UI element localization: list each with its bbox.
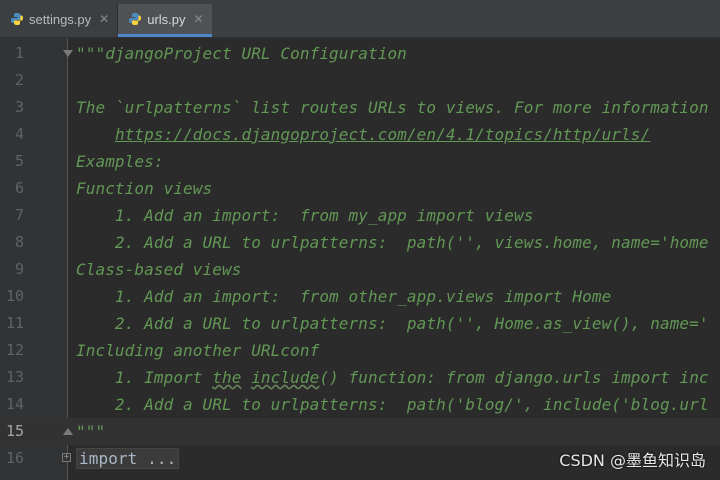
watermark: CSDN @墨鱼知识岛 [559, 451, 706, 470]
code-editor[interactable]: 1 """djangoProject URL Configuration 2 3… [0, 38, 720, 480]
line-number: 11 [5, 314, 24, 332]
spellcheck-word: include [251, 368, 320, 387]
line-number: 12 [5, 341, 24, 359]
line-number: 6 [14, 179, 24, 197]
spellcheck-word: the [212, 368, 242, 387]
fold-marker-icon[interactable] [63, 50, 73, 57]
line-text: 1. Add an import: from my_app import vie… [76, 206, 534, 225]
folded-imports[interactable]: import ... [76, 448, 180, 469]
code-line[interactable]: 12 Including another URLconf [0, 337, 720, 364]
editor-tab-bar: settings.py ✕ urls.py ✕ [0, 0, 720, 38]
tab-label: urls.py [147, 11, 186, 27]
line-text: The `urlpatterns` list routes URLs to vi… [76, 98, 709, 117]
code-line[interactable]: 10 1. Add an import: from other_app.view… [0, 283, 720, 310]
line-number: 9 [14, 260, 24, 278]
line-text: Function views [76, 179, 213, 198]
close-tab-icon[interactable]: ✕ [99, 12, 109, 26]
code-line[interactable]: 5 Examples: [0, 148, 720, 175]
docs-link[interactable]: https://docs.djangoproject.com/en/4.1/to… [115, 125, 650, 144]
line-text: Class-based views [76, 260, 242, 279]
code-line[interactable]: 1 """djangoProject URL Configuration [0, 40, 720, 67]
line-text: import ... [76, 445, 180, 472]
line-number: 7 [14, 206, 24, 224]
line-number: 14 [5, 395, 24, 413]
line-number: 13 [5, 368, 24, 386]
line-number: 2 [14, 71, 24, 89]
line-text: Including another URLconf [76, 341, 320, 360]
close-tab-icon[interactable]: ✕ [194, 12, 204, 26]
code-line[interactable]: 13 1. Import the include() function: fro… [0, 364, 720, 391]
code-fragment: 1. Import [76, 368, 213, 387]
line-text: https://docs.djangoproject.com/en/4.1/to… [76, 121, 650, 148]
line-number: 5 [14, 152, 24, 170]
line-text: """ [76, 422, 106, 441]
line-text: 2. Add a URL to urlpatterns: path('', Ho… [76, 314, 709, 333]
line-number: 8 [14, 233, 24, 251]
line-text: 2. Add a URL to urlpatterns: path('blog/… [76, 395, 709, 414]
code-line[interactable]: 14 2. Add a URL to urlpatterns: path('bl… [0, 391, 720, 418]
line-number: 1 [14, 44, 24, 62]
line-number: 10 [5, 287, 24, 305]
code-fragment [241, 368, 251, 387]
line-text: Examples: [76, 152, 164, 171]
tab-settings-py[interactable]: settings.py ✕ [0, 4, 117, 34]
line-text: 1. Add an import: from other_app.views i… [76, 287, 612, 306]
code-line[interactable]: 8 2. Add a URL to urlpatterns: path('', … [0, 229, 720, 256]
line-number: 15 [5, 422, 24, 440]
tab-urls-py[interactable]: urls.py ✕ [118, 4, 212, 37]
code-line[interactable]: 3 The `urlpatterns` list routes URLs to … [0, 94, 720, 121]
fold-end-marker-icon[interactable] [63, 428, 73, 435]
line-number: 16 [5, 449, 24, 467]
tab-label: settings.py [29, 11, 92, 27]
line-number: 3 [14, 98, 24, 116]
code-line[interactable]: 11 2. Add a URL to urlpatterns: path('',… [0, 310, 720, 337]
line-number: 4 [14, 125, 24, 143]
line-text: """djangoProject URL Configuration [76, 44, 407, 63]
code-fragment: () function: from django.urls import inc [319, 368, 709, 387]
python-file-icon [128, 12, 142, 26]
code-line[interactable]: 7 1. Add an import: from my_app import v… [0, 202, 720, 229]
code-line[interactable]: 6 Function views [0, 175, 720, 202]
line-text: 1. Import the include() function: from d… [76, 364, 709, 391]
code-line[interactable]: 9 Class-based views [0, 256, 720, 283]
code-line[interactable]: 2 [0, 67, 720, 94]
expand-fold-icon[interactable]: + [62, 453, 71, 462]
code-line[interactable]: 4 https://docs.djangoproject.com/en/4.1/… [0, 121, 720, 148]
python-file-icon [10, 12, 24, 26]
line-text: 2. Add a URL to urlpatterns: path('', vi… [76, 233, 709, 252]
code-line-current[interactable]: 15 """ [0, 418, 720, 445]
